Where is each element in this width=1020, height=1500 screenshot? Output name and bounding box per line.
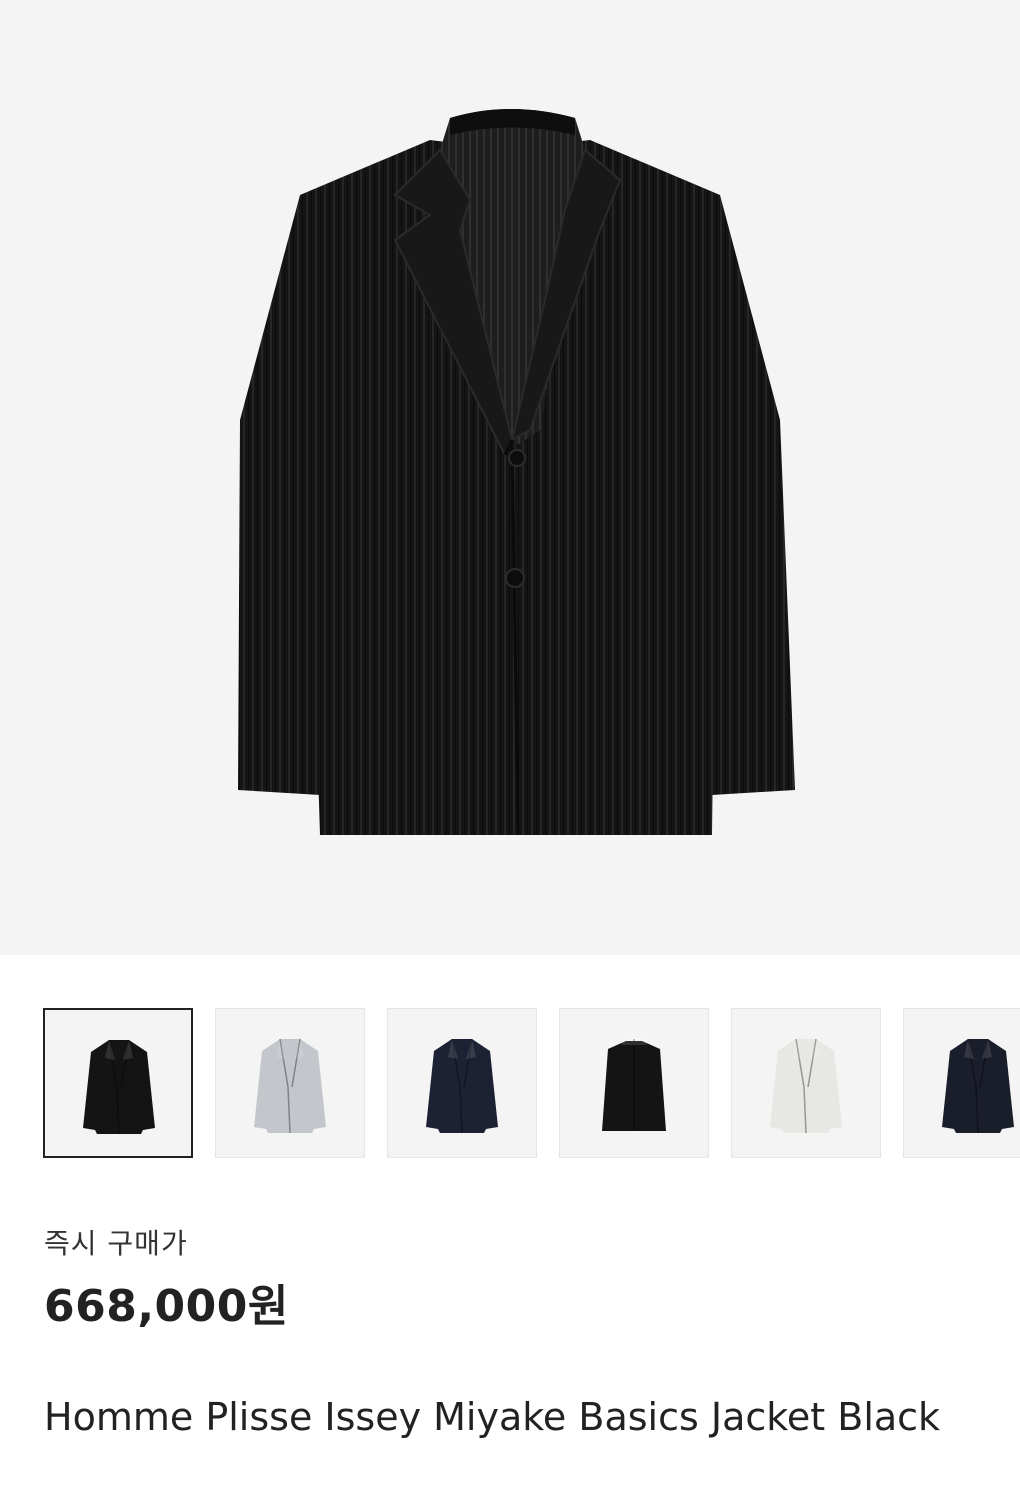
jacket-thumbnail-image — [770, 1038, 842, 1134]
instant-buy-price-label: 즉시 구매가 — [44, 1227, 188, 1260]
jacket-thumbnail-image — [426, 1038, 498, 1134]
jacket-thumbnail-image — [83, 1039, 155, 1135]
jacket-thumbnail-image — [254, 1038, 326, 1134]
jacket-image — [238, 109, 795, 836]
product-main-image[interactable] — [0, 0, 1020, 955]
product-name: Homme Plisse Issey Miyake Basics Jacket … — [44, 1395, 941, 1439]
product-thumbnail[interactable] — [903, 1008, 1020, 1158]
jacket-thumbnail-image — [942, 1038, 1014, 1134]
product-thumbnail[interactable] — [387, 1008, 537, 1158]
product-thumbnail[interactable] — [43, 1008, 193, 1158]
product-thumbnail[interactable] — [559, 1008, 709, 1158]
thumbnail-strip — [43, 1008, 1020, 1158]
product-thumbnail[interactable] — [215, 1008, 365, 1158]
product-thumbnail[interactable] — [731, 1008, 881, 1158]
jacket-thumbnail-image — [602, 1037, 666, 1131]
price: 668,000원 — [44, 1281, 289, 1332]
